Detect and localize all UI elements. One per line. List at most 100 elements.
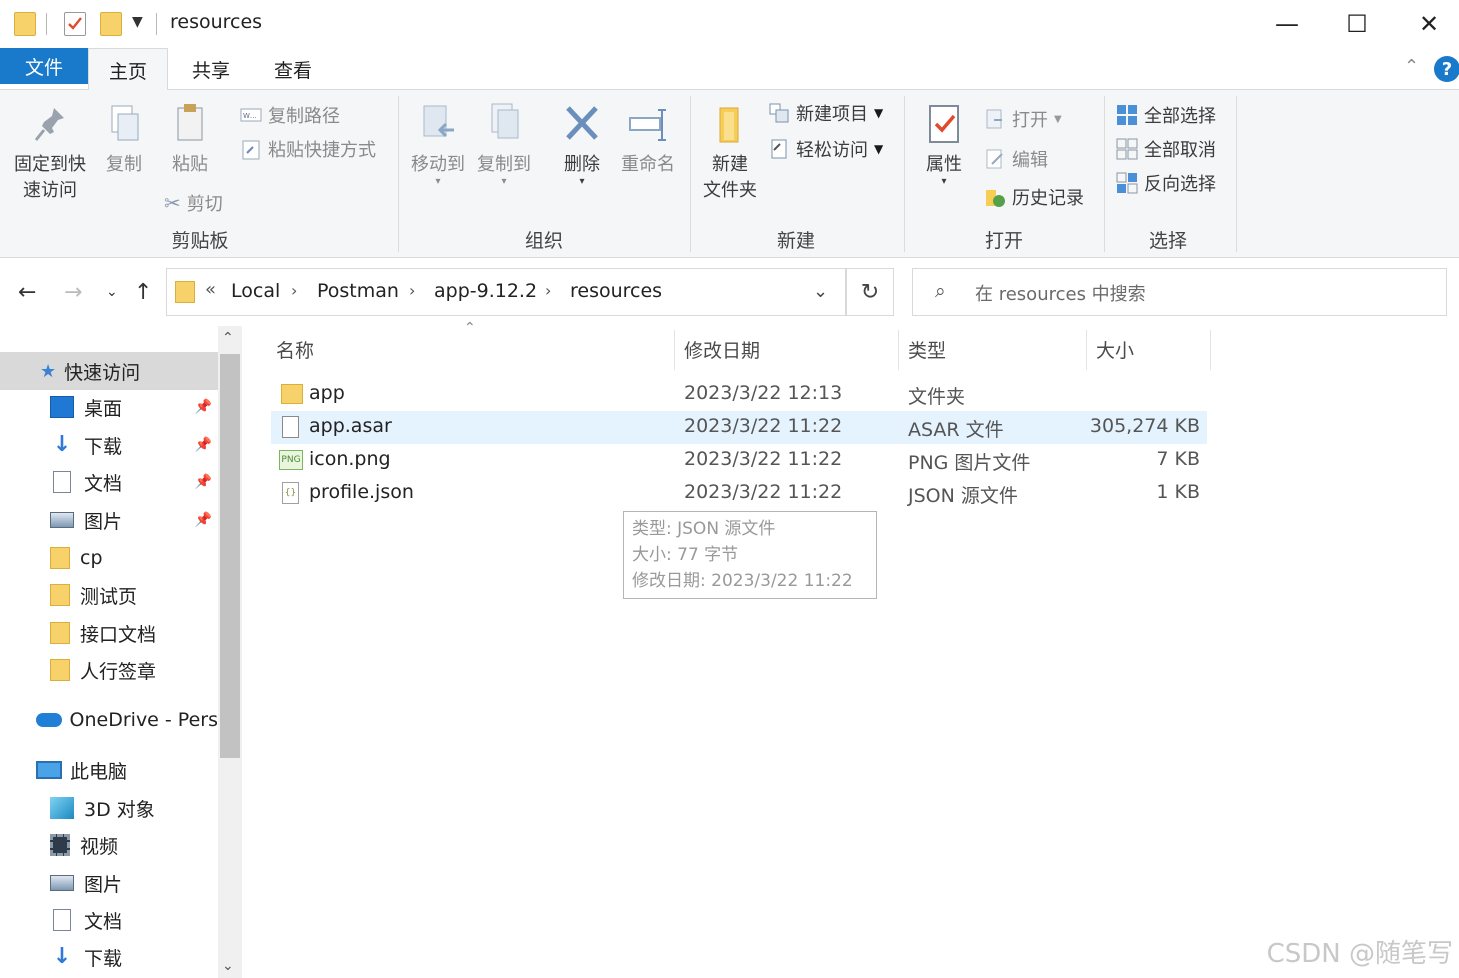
file-row-icon-png[interactable]: PNG icon.png 2023/3/22 11:22 PNG 图片文件 7 …	[271, 444, 1207, 477]
properties-check-icon[interactable]	[64, 12, 86, 36]
properties-button[interactable]: 属性 ▾	[918, 102, 970, 187]
folder-icon	[281, 384, 303, 404]
nav-quick-access[interactable]: ★ 快速访问	[0, 352, 218, 390]
divider[interactable]	[898, 330, 899, 370]
paste-icon	[177, 104, 203, 141]
chevron-right-icon[interactable]: ›	[409, 281, 415, 300]
nav-pc-3d-objects[interactable]: 3D 对象	[0, 789, 218, 827]
address-bar[interactable]: « Local › Postman › app-9.12.2 › resourc…	[166, 268, 846, 316]
divider[interactable]	[1210, 330, 1211, 370]
new-item-button[interactable]: 新建项目 ▼	[768, 100, 883, 126]
nav-pc-documents[interactable]: 文档	[0, 901, 218, 939]
tab-home[interactable]: 主页	[88, 48, 168, 91]
folder-icon	[175, 281, 195, 303]
pictures-icon	[50, 875, 74, 891]
address-row: ← → ⌄ ↑ « Local › Postman › app-9.12.2 ›…	[0, 258, 1459, 326]
rename-button[interactable]: 重命名	[616, 102, 680, 176]
pictures-icon	[50, 512, 74, 528]
pin-quick-access-button[interactable]: 固定到快 速访问	[10, 102, 90, 202]
pin-icon[interactable]: 📌	[195, 399, 212, 415]
history-button[interactable]: 历史记录	[984, 184, 1084, 210]
divider	[46, 13, 47, 35]
maximize-button[interactable]: ☐	[1322, 4, 1392, 44]
breadcrumb-app-version[interactable]: app-9.12.2	[434, 280, 537, 302]
overflow-chevron[interactable]: «	[205, 279, 216, 300]
column-header-size[interactable]: 大小	[1096, 336, 1134, 363]
divider	[1104, 96, 1105, 252]
nav-pc-pictures[interactable]: 图片	[0, 864, 218, 902]
ribbon-tabs: 文件 主页 共享 查看 ⌃ ?	[0, 48, 1459, 91]
collapse-ribbon-icon[interactable]: ⌃	[1404, 56, 1419, 77]
divider[interactable]	[674, 330, 675, 370]
open-button[interactable]: 打开 ▼	[984, 106, 1062, 132]
nav-item-pictures[interactable]: 图片 📌	[0, 501, 218, 539]
group-new: 新建	[776, 230, 815, 252]
star-icon: ★	[40, 360, 57, 382]
breadcrumb-resources[interactable]: resources	[570, 280, 662, 302]
easy-access-button[interactable]: 轻松访问 ▼	[768, 136, 883, 162]
move-to-button[interactable]: 移动到 ▾	[408, 102, 468, 187]
back-arrow-icon[interactable]: ←	[18, 280, 36, 305]
copy-path-button[interactable]: W… 复制路径	[240, 102, 340, 128]
nav-item-test-page[interactable]: 测试页	[0, 576, 218, 614]
tab-share[interactable]: 共享	[172, 48, 250, 90]
tab-view[interactable]: 查看	[254, 48, 332, 90]
film-icon	[50, 834, 70, 856]
nav-item-api-docs[interactable]: 接口文档	[0, 614, 218, 652]
column-header-name[interactable]: 名称	[276, 336, 314, 363]
copy-button[interactable]: 复制	[100, 102, 148, 176]
file-row-profile-json[interactable]: {} profile.json 2023/3/22 11:22 JSON 源文件…	[271, 477, 1207, 510]
column-header-modified[interactable]: 修改日期	[684, 336, 760, 363]
nav-onedrive[interactable]: OneDrive - Pers	[0, 701, 218, 739]
close-button[interactable]: ✕	[1394, 4, 1459, 44]
search-box[interactable]: ⌕ 在 resources 中搜索	[912, 268, 1447, 316]
nav-pc-downloads[interactable]: ↓ 下载	[0, 938, 218, 976]
cut-button[interactable]: ✂ 剪切	[164, 190, 223, 216]
forward-arrow-icon[interactable]: →	[64, 280, 82, 305]
file-info-tooltip: 类型: JSON 源文件 大小: 77 字节 修改日期: 2023/3/22 1…	[623, 511, 877, 599]
cloud-icon	[36, 713, 62, 727]
nav-item-cp[interactable]: cp	[0, 539, 218, 577]
new-folder-icon[interactable]	[100, 12, 122, 36]
new-folder-button[interactable]: 新建 文件夹	[700, 102, 760, 202]
chevron-right-icon[interactable]: ›	[291, 281, 297, 300]
nav-this-pc[interactable]: 此电脑	[0, 751, 218, 789]
select-all-button[interactable]: 全部选择	[1116, 102, 1216, 128]
recent-locations-chevron-icon[interactable]: ⌄	[106, 284, 118, 300]
up-arrow-icon[interactable]: ↑	[134, 280, 152, 305]
window-title: resources	[170, 11, 263, 33]
minimize-button[interactable]: —	[1252, 4, 1322, 44]
invert-selection-button[interactable]: 反向选择	[1116, 170, 1216, 196]
pin-icon	[34, 108, 64, 141]
file-row-app[interactable]: app 2023/3/22 12:13 文件夹	[271, 378, 1207, 411]
tab-file[interactable]: 文件	[0, 48, 88, 84]
file-row-app-asar[interactable]: app.asar 2023/3/22 11:22 ASAR 文件 305,274…	[271, 411, 1207, 444]
nav-scrollbar-thumb[interactable]	[220, 354, 240, 758]
copy-path-icon: W…	[240, 108, 262, 122]
copy-to-button[interactable]: 复制到 ▾	[474, 102, 534, 187]
paste-button[interactable]: 粘贴	[166, 102, 214, 176]
delete-button[interactable]: 删除 ▾	[558, 102, 606, 187]
help-icon[interactable]: ?	[1434, 56, 1459, 82]
breadcrumb-local[interactable]: Local	[231, 280, 280, 302]
column-header-type[interactable]: 类型	[908, 336, 946, 363]
scroll-down-icon[interactable]: ⌄	[222, 958, 234, 974]
refresh-button[interactable]: ↻	[846, 268, 894, 316]
nav-item-seal[interactable]: 人行签章	[0, 651, 218, 689]
nav-item-desktop[interactable]: 桌面 📌	[0, 388, 218, 426]
pin-icon[interactable]: 📌	[195, 437, 212, 453]
scroll-up-icon[interactable]: ⌃	[222, 330, 234, 346]
nav-pc-videos[interactable]: 视频	[0, 826, 218, 864]
nav-item-downloads[interactable]: ↓ 下载 📌	[0, 426, 218, 464]
customize-toolbar-icon[interactable]: ▼	[132, 14, 143, 30]
pin-icon[interactable]: 📌	[195, 512, 212, 528]
edit-button[interactable]: 编辑	[984, 146, 1048, 172]
chevron-right-icon[interactable]: ›	[545, 281, 551, 300]
select-none-button[interactable]: 全部取消	[1116, 136, 1216, 162]
nav-item-documents[interactable]: 文档 📌	[0, 463, 218, 501]
chevron-down-icon[interactable]: ⌄	[813, 281, 828, 302]
pin-icon[interactable]: 📌	[195, 474, 212, 490]
paste-shortcut-button[interactable]: 粘贴快捷方式	[240, 136, 376, 162]
divider[interactable]	[1086, 330, 1087, 370]
breadcrumb-postman[interactable]: Postman	[317, 280, 399, 302]
